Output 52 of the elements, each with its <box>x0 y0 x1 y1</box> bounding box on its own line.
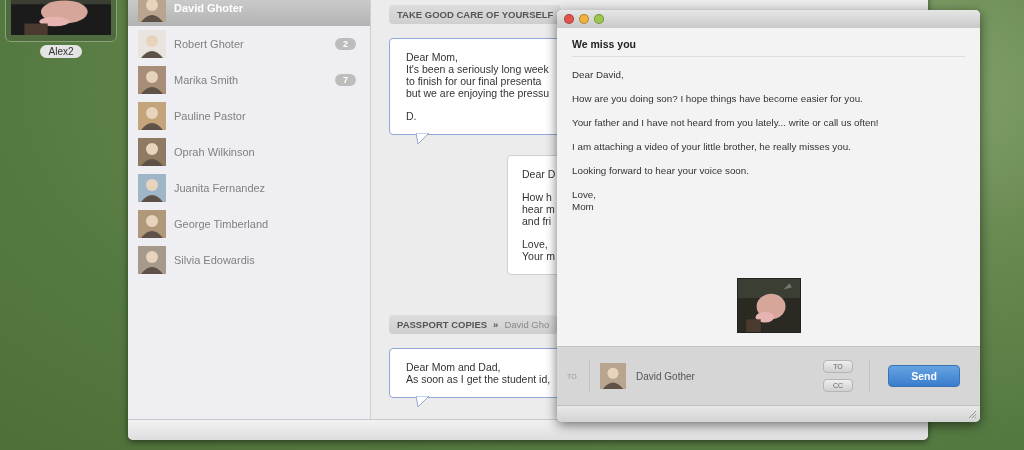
message-text: Dear D <box>522 168 556 180</box>
contact-item[interactable]: Marika Smith 7 <box>128 62 370 98</box>
thread-header[interactable]: TAKE GOOD CARE OF YOURSELF <box>389 5 562 24</box>
contact-item[interactable]: Silvia Edowardis <box>128 242 370 278</box>
message-text: Dear David, <box>572 69 625 81</box>
message-subject[interactable]: We miss you <box>572 28 965 57</box>
message-text: Love, Your m <box>522 238 555 262</box>
message-text: Love, Mom <box>572 189 597 213</box>
contact-name: Oprah Wilkinson <box>174 146 256 158</box>
person-avatar <box>138 210 166 238</box>
person-avatar <box>138 102 166 130</box>
contact-name: Marika Smith <box>174 74 240 86</box>
message-text: D. <box>406 110 417 122</box>
contact-name: George Timberland <box>174 218 270 230</box>
person-avatar <box>138 246 166 274</box>
thumbnail-label[interactable]: Alex2 <box>40 45 82 58</box>
resize-grip-icon[interactable] <box>967 409 977 419</box>
message-text: Dear Mom, It's been a seriously long week to finish for our final presenta but we are enjoying the pressu <box>406 51 549 99</box>
person-avatar <box>138 0 166 22</box>
unread-count: 7 <box>335 74 356 86</box>
separator: » <box>493 319 499 330</box>
message-text: How h hear m and fri <box>522 191 555 227</box>
person-avatar <box>138 30 166 58</box>
thread-title: TAKE GOOD CARE OF YOURSELF <box>397 9 554 20</box>
contact-name: David Ghoter <box>174 2 245 14</box>
message-text: How are you doing son? I hope things have become easier for you. <box>572 93 864 105</box>
contact-item[interactable]: Robert Ghoter 2 <box>128 26 370 62</box>
person-avatar <box>138 174 166 202</box>
contact-name: Pauline Pastor <box>174 110 247 122</box>
person-avatar <box>138 66 166 94</box>
thread-header[interactable]: PASSPORT COPIES » David Gho <box>389 315 558 334</box>
minimize-icon[interactable] <box>579 14 589 24</box>
contact-name: Robert Ghoter <box>174 38 245 50</box>
contact-name: Juanita Fernandez <box>174 182 267 194</box>
person-avatar <box>138 138 166 166</box>
person-avatar <box>600 363 626 389</box>
zoom-icon[interactable] <box>594 14 604 24</box>
thread-participant: David Gho <box>504 319 550 330</box>
unread-count: 2 <box>335 38 356 50</box>
send-button[interactable]: Send <box>888 365 960 387</box>
message-text: Dear Mom and Dad, As soon as I get the student id, <box>406 361 551 385</box>
contact-item[interactable]: Oprah Wilkinson <box>128 134 370 170</box>
message-text: Your father and I have not heard from you lately... write or call us often! <box>572 117 880 129</box>
contact-item[interactable]: Juanita Fernandez <box>128 170 370 206</box>
recipient-name: David Gother <box>636 370 695 382</box>
contact-name: Silvia Edowardis <box>174 254 256 266</box>
message-text: Looking forward to hear your voice soon. <box>572 165 750 177</box>
contact-item[interactable]: George Timberland <box>128 206 370 242</box>
contact-item[interactable]: Pauline Pastor <box>128 98 370 134</box>
close-icon[interactable] <box>564 14 574 24</box>
thread-title: PASSPORT COPIES <box>397 319 488 330</box>
message-text: I am attaching a video of your little brother, he really misses you. <box>572 141 852 153</box>
